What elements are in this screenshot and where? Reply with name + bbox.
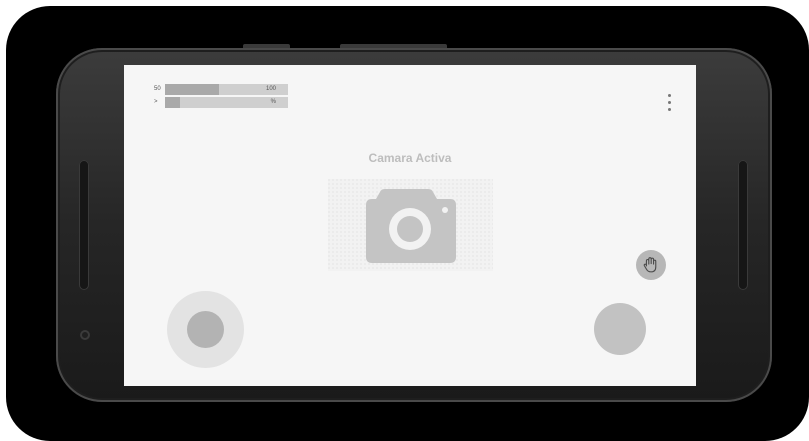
more-vertical-icon bbox=[668, 94, 671, 97]
camera-preview bbox=[328, 179, 493, 271]
status-bar-fill bbox=[165, 97, 180, 108]
more-options-button[interactable] bbox=[662, 92, 678, 114]
status-bar-left-label: > bbox=[154, 99, 158, 105]
hand-icon bbox=[643, 257, 657, 273]
status-bar-right-label: % bbox=[270, 99, 276, 105]
camera-status-title: Camara Activa bbox=[368, 151, 452, 165]
status-bar-track bbox=[165, 97, 288, 108]
joystick-knob[interactable] bbox=[187, 311, 224, 348]
status-bar-right-label: 100 bbox=[265, 86, 276, 92]
action-button[interactable] bbox=[594, 303, 646, 355]
status-bar-primary: 50 100 bbox=[153, 84, 288, 95]
status-bar-fill bbox=[165, 84, 220, 95]
front-camera bbox=[80, 330, 90, 340]
left-speaker-grille bbox=[79, 160, 89, 290]
hand-button[interactable] bbox=[636, 250, 666, 280]
status-bar-secondary: > % bbox=[153, 97, 288, 108]
right-speaker-grille bbox=[738, 160, 748, 290]
camera-icon bbox=[328, 179, 493, 271]
device-frame: 50 100 > % Camara Activa bbox=[0, 0, 809, 441]
app-screen: 50 100 > % Camara Activa bbox=[124, 65, 696, 386]
status-bar-left-label: 50 bbox=[154, 86, 161, 92]
joystick[interactable] bbox=[167, 291, 244, 368]
